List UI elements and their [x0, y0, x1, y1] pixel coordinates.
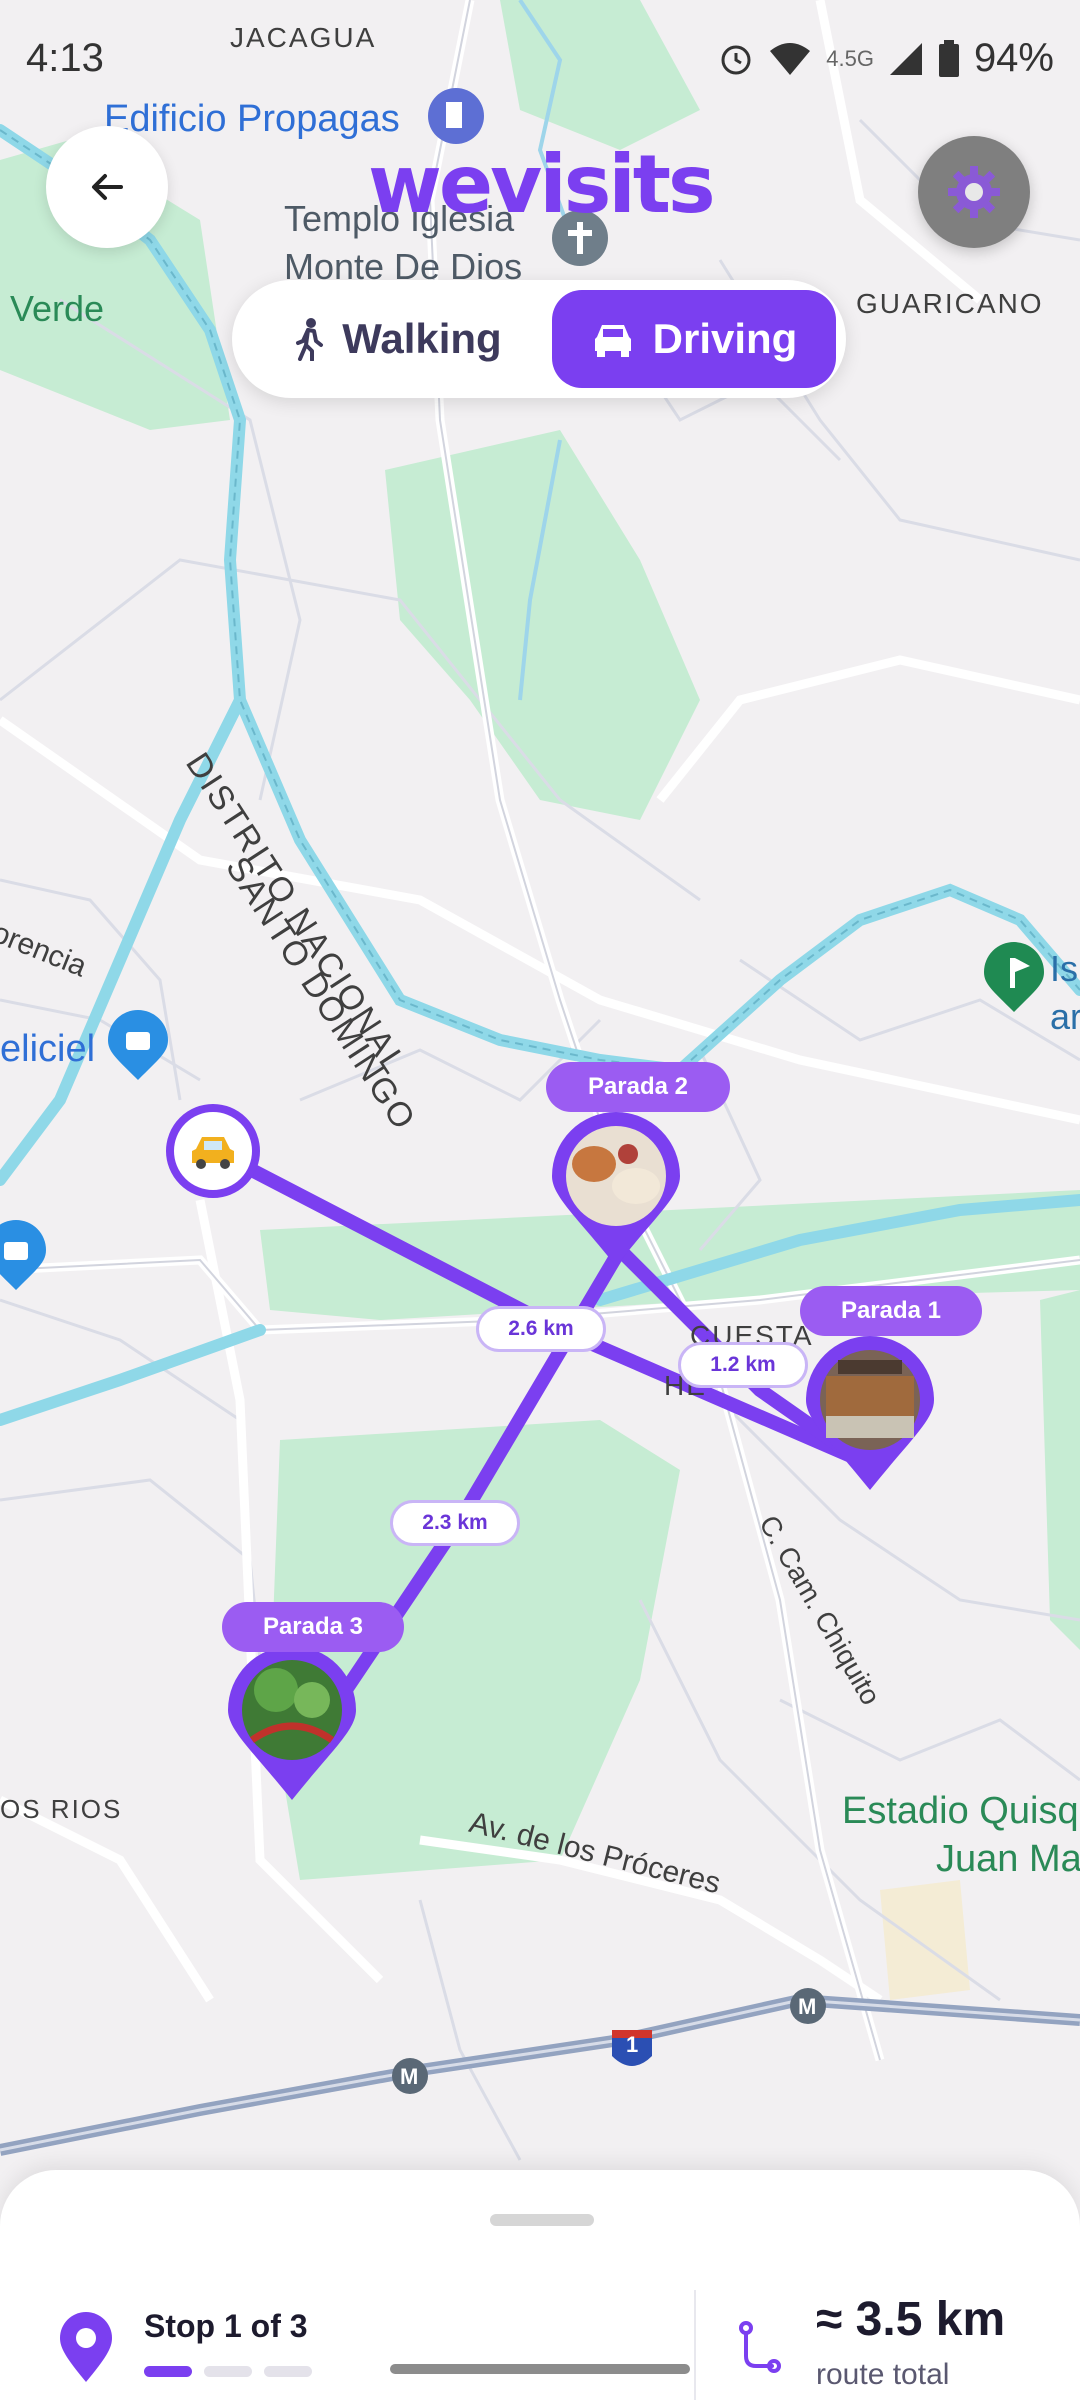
metro-label: M: [798, 1994, 817, 2019]
map-label-guaricano: GUARICANO: [856, 288, 1044, 319]
metro-label: M: [400, 2064, 419, 2089]
map-label-verde: Verde: [10, 288, 105, 329]
walking-icon: [296, 318, 324, 361]
highway-shield-label: 1: [626, 2032, 639, 2057]
stop-dot-1: [144, 2366, 192, 2377]
status-bar: 4:13 4.5G 94%: [0, 0, 1080, 120]
alarm-icon: [721, 45, 751, 74]
stop-tag-2[interactable]: Parada 2: [546, 1062, 730, 1112]
status-time: 4:13: [26, 36, 104, 80]
back-button[interactable]: [46, 126, 168, 248]
stop-progress-dots: [144, 2366, 312, 2377]
car-icon: [192, 1137, 234, 1169]
car-marker[interactable]: [166, 1104, 260, 1198]
gear-icon: [948, 166, 1000, 218]
travel-mode-toggle: Walking Driving: [232, 280, 846, 398]
sheet-divider: [694, 2290, 696, 2400]
battery-icon: [938, 39, 959, 77]
stop-progress-text: Stop 1 of 3: [144, 2308, 308, 2344]
route-icon: [739, 2321, 781, 2373]
route-total-label: route total: [816, 2358, 950, 2391]
stop-dot-2: [204, 2366, 252, 2377]
route-total-value: ≈ 3.5 km: [816, 2293, 1006, 2346]
distance-chip-stop2-to-stop3: 2.3 km: [390, 1500, 520, 1546]
location-pin-icon: [60, 2312, 112, 2382]
network-type: 4.5G: [826, 45, 874, 71]
distance-chip-car-to-stop1: 2.6 km: [476, 1306, 606, 1352]
status-icons: 4.5G 94%: [718, 36, 1054, 81]
stop-tag-3[interactable]: Parada 3: [222, 1602, 404, 1652]
sheet-drag-handle[interactable]: [490, 2214, 594, 2226]
battery-percent: 94%: [973, 36, 1054, 80]
walking-mode-label: Walking: [342, 315, 502, 362]
app-logo: wevisits: [368, 138, 716, 231]
car-icon: [594, 325, 631, 357]
map-label-deliciel: eliciel: [0, 1028, 96, 1070]
wifi-icon: [770, 42, 811, 75]
back-arrow-icon: [92, 174, 123, 200]
map-label-estadio-1: Estadio Quisq: [842, 1790, 1079, 1832]
driving-mode-button[interactable]: Driving: [552, 290, 836, 388]
map-label-rios: OS RIOS: [0, 1794, 123, 1824]
signal-icon: [889, 42, 922, 75]
map-label-isla-1: Is: [1050, 948, 1079, 989]
distance-chip-stop1-to-stop2: 1.2 km: [678, 1342, 808, 1388]
walking-mode-button[interactable]: Walking: [248, 290, 548, 388]
map-label-isla-2: ar: [1050, 996, 1080, 1037]
stop-dot-3: [264, 2366, 312, 2377]
driving-mode-label: Driving: [652, 315, 798, 362]
stop-tag-1[interactable]: Parada 1: [800, 1286, 982, 1336]
gesture-bar[interactable]: [390, 2364, 690, 2374]
map-label-estadio-2: Juan Ma: [936, 1838, 1080, 1880]
park-area: [880, 1880, 970, 2000]
settings-button[interactable]: [918, 136, 1030, 248]
